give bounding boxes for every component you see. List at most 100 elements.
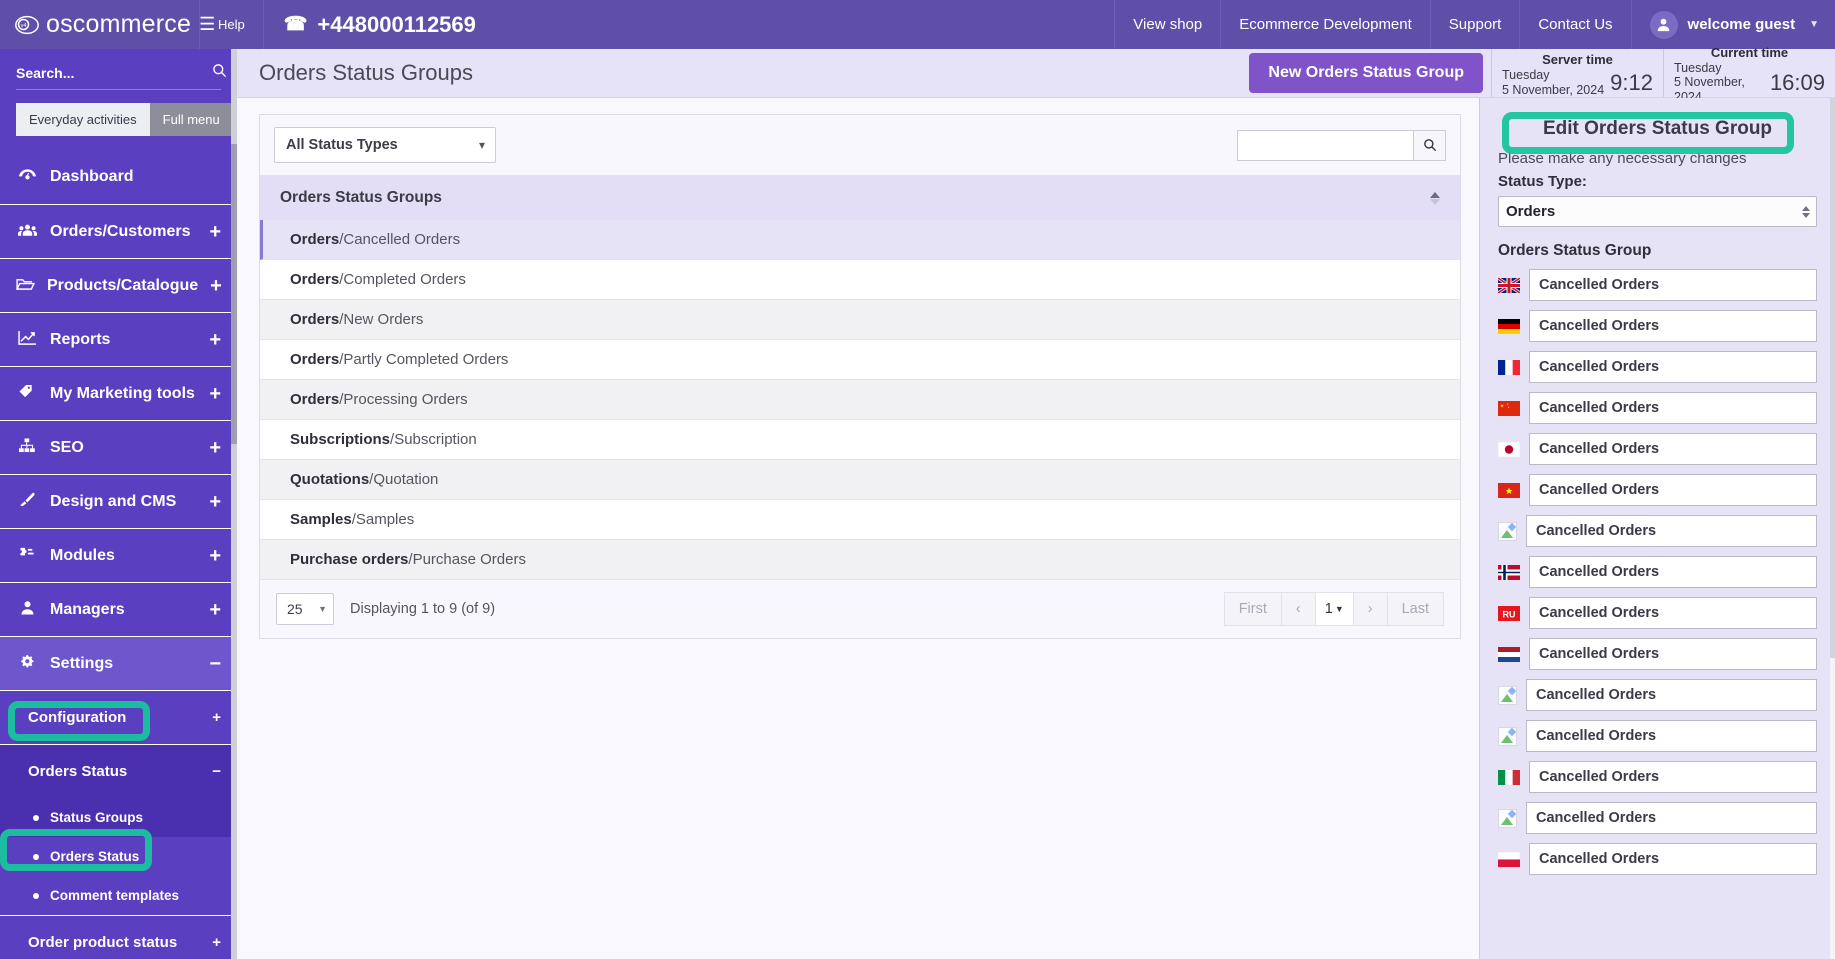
row-group: Orders	[290, 351, 340, 368]
sidebar-scrollbar-thumb[interactable]	[231, 144, 237, 444]
tab-everyday-activities[interactable]: Everyday activities	[16, 103, 150, 136]
flag-vn-icon: ★	[1498, 482, 1520, 498]
language-value-input[interactable]	[1529, 597, 1817, 629]
sidebar-item-managers[interactable]: Managers +	[0, 582, 237, 636]
table-row[interactable]: Orders / Partly Completed Orders	[260, 340, 1460, 380]
sidebar-item-reports[interactable]: Reports +	[0, 312, 237, 366]
table-header[interactable]: Orders Status Groups	[260, 176, 1460, 220]
search-icon[interactable]	[212, 63, 227, 82]
sidebar-search-row	[16, 63, 227, 90]
table-row[interactable]: Orders / Cancelled Orders	[260, 220, 1460, 260]
nav-ecommerce-development[interactable]: Ecommerce Development	[1220, 0, 1430, 49]
sidebar-item-design-and-cms[interactable]: Design and CMS +	[0, 474, 237, 528]
status-groups-panel: All Status Types ▾ Orders Status Groups …	[259, 114, 1461, 639]
sidebar-item-reports-expand: +	[209, 328, 221, 351]
language-value-input[interactable]	[1529, 351, 1817, 383]
flag-it-icon	[1498, 769, 1520, 785]
sidebar-item-modules-expand: +	[209, 544, 221, 567]
svg-text:v4: v4	[21, 23, 27, 29]
sidebar-item-orders-customers-label: Orders/Customers	[50, 222, 191, 240]
users-icon	[16, 223, 38, 241]
table-row[interactable]: Orders / New Orders	[260, 300, 1460, 340]
new-orders-status-group-button[interactable]: New Orders Status Group	[1249, 53, 1483, 93]
folder-icon	[16, 277, 35, 295]
list-search-input[interactable]	[1237, 129, 1413, 161]
help-link[interactable]: Help	[200, 0, 264, 49]
panel-scrollbar-thumb[interactable]	[1830, 98, 1835, 658]
language-value-input[interactable]	[1529, 556, 1817, 588]
language-value-input[interactable]	[1529, 269, 1817, 301]
page-last-button[interactable]: Last	[1387, 593, 1443, 625]
page-header: Orders Status Groups New Orders Status G…	[237, 45, 1835, 104]
table-row[interactable]: Purchase orders / Purchase Orders	[260, 540, 1460, 580]
sidebar-item-orders-status[interactable]: Orders Status −	[0, 744, 237, 798]
sidebar-scrollbar[interactable]	[231, 49, 237, 959]
language-value-input[interactable]	[1529, 761, 1817, 793]
page-first-button[interactable]: First	[1224, 593, 1282, 625]
table-row[interactable]: Samples / Samples	[260, 500, 1460, 540]
list-item	[1498, 638, 1817, 670]
sidebar-item-my-marketing-tools[interactable]: My Marketing tools +	[0, 366, 237, 420]
language-value-input[interactable]	[1529, 433, 1817, 465]
page-number-select[interactable]: 1 ▼	[1315, 593, 1354, 625]
sidebar-item-order-product-status[interactable]: Order product status +	[0, 915, 237, 959]
nav-view-shop-label: View shop	[1133, 16, 1203, 33]
status-type-filter[interactable]: All Status Types	[274, 127, 496, 163]
language-value-input[interactable]	[1529, 310, 1817, 342]
language-value-input[interactable]	[1526, 802, 1817, 834]
language-value-input[interactable]	[1529, 474, 1817, 506]
sidebar-item-comment-templates[interactable]: Comment templates	[0, 876, 237, 915]
sidebar-item-status-groups[interactable]: Status Groups	[0, 798, 237, 837]
sidebar-item-products-catalogue[interactable]: Products/Catalogue +	[0, 258, 237, 312]
sidebar-item-configuration-label: Configuration	[28, 709, 127, 726]
sidebar-item-orders-status-leaf[interactable]: Orders Status	[0, 837, 237, 876]
phone-number[interactable]: ☎ +448000112569	[264, 0, 496, 49]
status-type-select[interactable]: Orders	[1498, 196, 1817, 227]
edit-panel-title: Edit Orders Status Group	[1542, 118, 1773, 139]
language-value-input[interactable]	[1529, 843, 1817, 875]
nav-view-shop[interactable]: View shop	[1114, 0, 1220, 49]
table-row[interactable]: Quotations / Quotation	[260, 460, 1460, 500]
table-body: Orders / Cancelled Orders Orders / Completed…	[260, 220, 1460, 580]
nav-contact-us[interactable]: Contact Us	[1519, 0, 1630, 49]
body-wrapper: Everyday activities Full menu Dashboard …	[0, 45, 1835, 959]
tab-full-menu[interactable]: Full menu	[149, 103, 233, 136]
language-value-input[interactable]	[1526, 679, 1817, 711]
flag-no-icon	[1498, 564, 1520, 580]
table-row[interactable]: Orders / Completed Orders	[260, 260, 1460, 300]
sidebar-item-orders-status-label: Orders Status	[28, 763, 128, 780]
panel-scrollbar[interactable]	[1830, 98, 1835, 959]
language-value-input[interactable]	[1529, 392, 1817, 424]
sort-arrows-icon[interactable]	[1430, 191, 1440, 205]
table-header-label: Orders Status Groups	[280, 189, 442, 206]
list-search-icon[interactable]	[1413, 129, 1446, 161]
language-value-input[interactable]	[1526, 515, 1817, 547]
language-value-input[interactable]	[1526, 720, 1817, 752]
bullet-icon	[33, 892, 39, 899]
table-row[interactable]: Subscriptions / Subscription	[260, 420, 1460, 460]
sidebar-item-seo-expand: +	[209, 436, 221, 459]
search-input[interactable]	[16, 64, 212, 81]
per-page-select[interactable]: 25	[276, 593, 334, 625]
row-group: Orders	[290, 271, 340, 288]
sidebar-item-dashboard[interactable]: Dashboard	[0, 150, 237, 204]
sidebar-item-products-catalogue-expand: +	[210, 274, 222, 297]
sidebar-item-configuration[interactable]: Configuration +	[0, 690, 237, 744]
page-next-button[interactable]: ›	[1353, 593, 1388, 625]
sidebar-item-orders-customers[interactable]: Orders/Customers +	[0, 204, 237, 258]
status-type-label: Status Type:	[1498, 173, 1587, 190]
sidebar: Everyday activities Full menu Dashboard …	[0, 49, 237, 959]
sidebar-item-dashboard-label: Dashboard	[50, 168, 134, 185]
language-value-input[interactable]	[1529, 638, 1817, 670]
language-field-list: ★★★ ★	[1498, 269, 1817, 875]
server-time-datestr: 5 November, 2024	[1502, 82, 1605, 97]
page-prev-button[interactable]: ‹	[1281, 593, 1316, 625]
brand-logo[interactable]: v4 oscommerce	[14, 10, 191, 39]
user-menu[interactable]: welcome guest ▼	[1630, 0, 1835, 49]
sidebar-item-seo[interactable]: SEO +	[0, 420, 237, 474]
nav-support[interactable]: Support	[1429, 0, 1520, 49]
sidebar-item-settings[interactable]: Settings −	[0, 636, 237, 690]
sidebar-item-modules[interactable]: Modules +	[0, 528, 237, 582]
list-item	[1498, 802, 1817, 834]
table-row[interactable]: Orders / Processing Orders	[260, 380, 1460, 420]
